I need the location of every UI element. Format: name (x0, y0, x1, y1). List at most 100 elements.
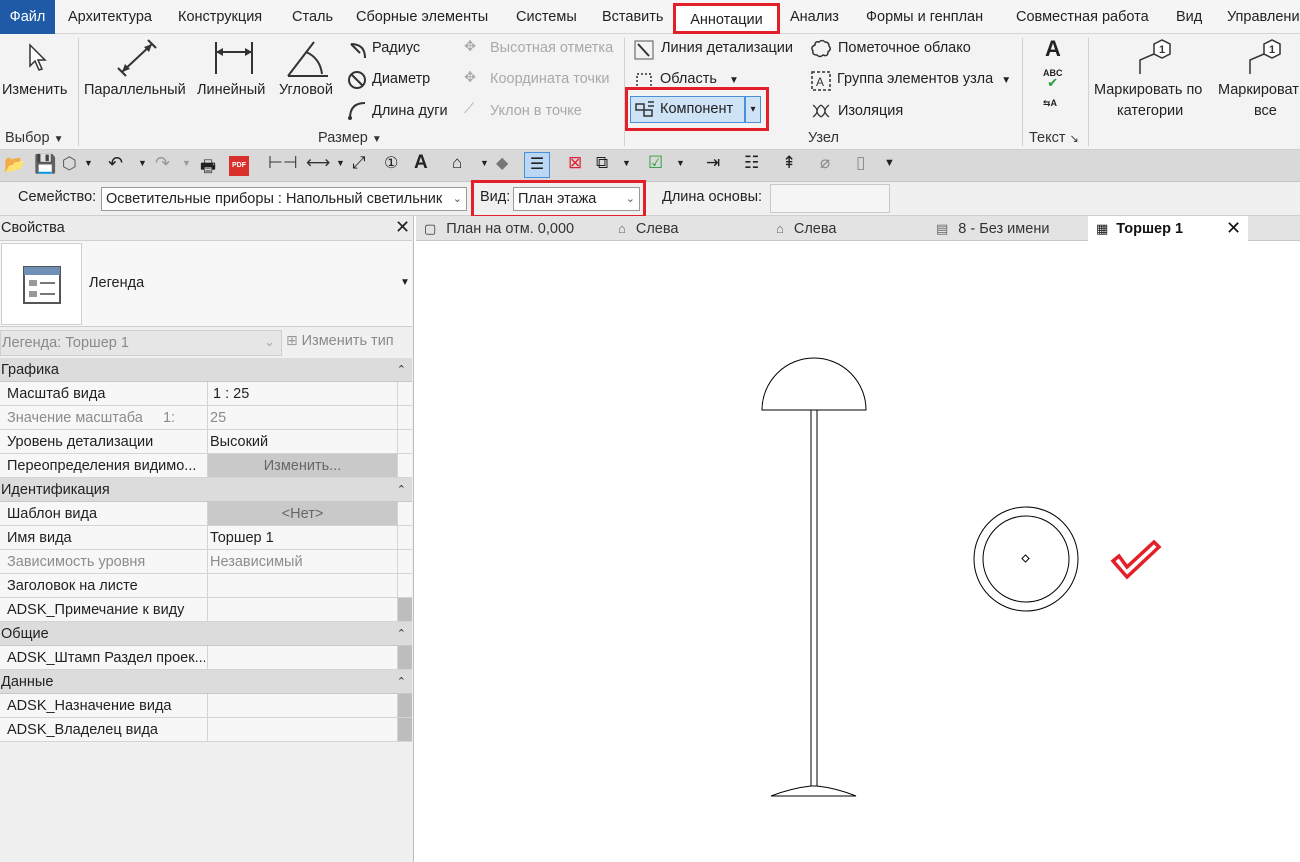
print-icon[interactable]: 🖶 (200, 154, 216, 183)
tab-plan-level-0[interactable]: ▢ План на отм. 0,000 (424, 216, 614, 241)
find-replace-icon[interactable]: ⇆A (1043, 98, 1057, 109)
property-row-adsk-stamp[interactable]: ADSK_Штамп Раздел проек... (0, 646, 412, 670)
menu-view[interactable]: Вид (1176, 0, 1202, 34)
menu-massing-site[interactable]: Формы и генплан (866, 0, 983, 34)
collapse-icon: ⌃ (396, 628, 406, 640)
property-row-view-name[interactable]: Имя вида Торшер 1 (0, 526, 412, 550)
text-group-label[interactable]: Текст ↘ (1029, 130, 1079, 146)
spot-elevation-icon: ✥ (464, 39, 477, 55)
properties-panel: Свойства ✕ Легенда ▼ Легенда: Торшер 1 ⌄… (0, 216, 414, 862)
property-row-adsk-purpose[interactable]: ADSK_Назначение вида (0, 694, 412, 718)
distribute-icon[interactable]: ☷ (744, 153, 759, 173)
instance-selector-value: Легенда: Торшер 1 (2, 335, 129, 351)
open-icon[interactable]: 📂 (4, 155, 25, 175)
type-dropdown-icon[interactable]: ▼ (400, 277, 410, 288)
property-row-vg-overrides[interactable]: Переопределения видимо... Изменить... (0, 454, 412, 478)
save-icon[interactable]: 💾 (34, 154, 56, 175)
menu-collaborate[interactable]: Совместная работа (1016, 0, 1149, 34)
property-row-adsk-note[interactable]: ADSK_Примечание к виду (0, 598, 412, 622)
family-value: Осветительные приборы : Напольный светил… (106, 191, 443, 207)
align-right-icon[interactable]: ⇥ (706, 153, 720, 173)
detail-line-label: Линия детализации (661, 40, 793, 56)
property-row-view-scale[interactable]: Масштаб вида 1 : 25 (0, 382, 412, 406)
tab-torsher-1[interactable]: ▦ Торшер 1 ✕ (1088, 216, 1248, 241)
section-graphics[interactable]: Графика ⌃ (0, 358, 412, 382)
instance-selector[interactable]: Легенда: Торшер 1 ⌄ (0, 330, 282, 356)
3d-dropdown-icon[interactable]: ▼ (480, 158, 489, 168)
tag-qat-icon[interactable]: ⤢ (352, 153, 366, 173)
undo-icon[interactable]: ↶ (108, 153, 123, 174)
section-general[interactable]: Общие ⌃ (0, 622, 412, 646)
menu-annotate[interactable]: Аннотации (673, 3, 780, 34)
menu-precast[interactable]: Сборные элементы (356, 0, 488, 34)
spelling-icon[interactable]: ABC ✔ (1043, 68, 1063, 89)
view-selector[interactable]: План этажа ⌄ (513, 187, 640, 211)
menu-structure[interactable]: Конструкция (178, 0, 262, 34)
collapse-icon: ⌃ (396, 676, 406, 688)
section-data[interactable]: Данные ⌃ (0, 670, 412, 694)
detail-group-title: Узел (808, 130, 839, 146)
menu-architecture[interactable]: Архитектура (68, 0, 152, 34)
section-icon[interactable]: ◆ (496, 153, 508, 173)
edit-type-icon: ⊞ (286, 332, 298, 348)
switch-windows-dropdown-icon[interactable]: ▼ (622, 158, 631, 168)
sync-dropdown-icon[interactable]: ▼ (84, 158, 93, 168)
section-identity[interactable]: Идентификация ⌃ (0, 478, 412, 502)
checkmark-dropdown-icon[interactable]: ▼ (676, 158, 685, 168)
redo-icon[interactable]: ↷ (155, 153, 170, 174)
quick-access-toolbar: 📂 💾 ⬡ ▼ ↶ ▼ ↷ ▼ 🖶 PDF ⊢⊣ ⟷ ▼ ⤢ ① A ⌂ ▼ ◆… (0, 150, 1300, 182)
select-group-label[interactable]: Выбор ▼ (5, 130, 63, 146)
menu-systems[interactable]: Системы (516, 0, 577, 34)
property-row-title-on-sheet[interactable]: Заголовок на листе (0, 574, 412, 598)
pin-icon[interactable]: ▯ (856, 153, 865, 173)
tab-left-2[interactable]: ⌂ Слева (776, 216, 926, 241)
menu-insert[interactable]: Вставить (602, 0, 663, 34)
close-icon[interactable]: ✕ (395, 217, 410, 238)
sync-icon[interactable]: ⬡ (62, 154, 77, 174)
tab-sheet-8[interactable]: ▤ 8 - Без имени (936, 216, 1086, 241)
menu-file[interactable]: Файл (0, 0, 55, 34)
family-selector[interactable]: Осветительные приборы : Напольный светил… (101, 187, 467, 211)
property-row-adsk-owner[interactable]: ADSK_Владелец вида (0, 718, 412, 742)
detail-group-icon: A (811, 71, 831, 91)
aligned-dimension-icon (117, 39, 157, 77)
dimension-dropdown-icon[interactable]: ▼ (336, 158, 345, 168)
customize-qat-icon[interactable]: ▼ (884, 157, 895, 169)
menu-steel[interactable]: Сталь (292, 0, 333, 34)
tag-category-qat-icon[interactable]: ① (384, 153, 398, 173)
checkmark-icon (1110, 539, 1162, 580)
tag-all-label-1: Маркироват (1218, 82, 1299, 98)
view-template-button[interactable]: <Нет> (207, 502, 397, 525)
align-top-icon[interactable]: ⇞ (782, 153, 796, 173)
menu-analyze[interactable]: Анализ (790, 0, 839, 34)
tab-left-1[interactable]: ⌂ Слева (618, 216, 768, 241)
revision-cloud-icon (811, 39, 832, 58)
dimension-group-label[interactable]: Размер ▼ (318, 130, 382, 146)
redo-dropdown-icon[interactable]: ▼ (182, 158, 191, 168)
component-dropdown-button[interactable]: ▾ (745, 96, 761, 123)
property-row-detail-level[interactable]: Уровень детализации Высокий (0, 430, 412, 454)
drawing-canvas[interactable] (417, 241, 1300, 862)
aligned-dimension-qat-icon[interactable]: ⟷ (306, 153, 330, 173)
undo-dropdown-icon[interactable]: ▼ (138, 158, 147, 168)
menu-manage[interactable]: Управлени (1227, 0, 1300, 34)
vg-edit-button[interactable]: Изменить... (207, 454, 397, 477)
base-length-input[interactable] (770, 184, 890, 213)
chevron-down-icon: ⌄ (625, 193, 635, 205)
text-tool-icon[interactable]: A (1045, 36, 1061, 62)
switch-windows-icon[interactable]: ⧉ (596, 153, 608, 173)
purge-icon[interactable]: ⌀ (820, 153, 830, 173)
3d-view-icon[interactable]: ⌂ (452, 153, 462, 173)
close-icon[interactable]: ✕ (1226, 216, 1241, 241)
ribbon: Изменить Выбор ▼ Параллельный Линейный У… (0, 34, 1300, 150)
close-hidden-windows-icon[interactable]: ⊠ (568, 153, 582, 173)
edit-type-button[interactable]: ⊞ Изменить тип (286, 332, 394, 349)
measure-icon[interactable]: ⊢⊣ (268, 153, 298, 173)
pdf-export-icon[interactable]: PDF (229, 156, 249, 176)
property-row-view-template[interactable]: Шаблон вида <Нет> (0, 502, 412, 526)
component-button[interactable]: Компонент (630, 96, 745, 123)
type-selector[interactable]: Легенда ▼ (0, 241, 412, 327)
thin-lines-icon[interactable]: ☰ (524, 152, 550, 178)
text-qat-icon[interactable]: A (414, 152, 428, 174)
checkmark-tool-icon[interactable]: ☑ (648, 153, 663, 173)
